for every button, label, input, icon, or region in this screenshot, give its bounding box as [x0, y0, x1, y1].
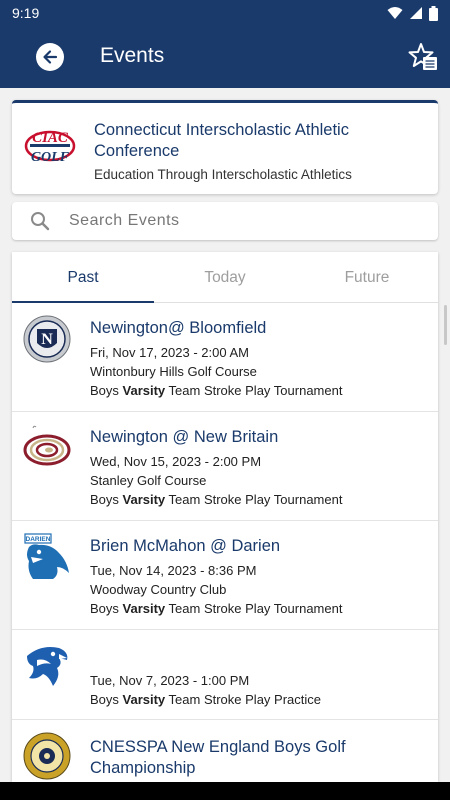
conference-tagline: Education Through Interscholastic Athlet…	[94, 167, 352, 182]
battery-icon	[429, 5, 438, 21]
favorites-list-icon[interactable]	[408, 42, 438, 72]
event-list-item[interactable]: Tue, Nov 7, 2023 - 1:00 PM Boys Varsity …	[12, 630, 438, 720]
darien-logo-icon: DARIEN	[24, 533, 69, 579]
new-britain-logo-icon	[23, 425, 71, 466]
svg-text:DARIEN: DARIEN	[26, 536, 51, 543]
tab-future[interactable]: Future	[296, 252, 438, 302]
event-type: Boys Varsity Team Stroke Play Practice	[90, 692, 321, 707]
event-venue: Woodway Country Club	[90, 582, 227, 597]
page-title: Events	[100, 44, 165, 67]
event-title: CNESSPA New England Boys Golf Championsh…	[90, 738, 346, 777]
event-list-item[interactable]: N Newington@ Bloomfield Fri, Nov 17, 202…	[12, 303, 438, 412]
event-date: Tue, Nov 14, 2023 - 8:36 PM	[90, 563, 257, 578]
event-venue: Wintonbury Hills Golf Course	[90, 364, 257, 379]
event-title: Newington @ New Britain	[90, 428, 279, 446]
arrow-left-icon	[43, 50, 58, 64]
event-title: Brien McMahon @ Darien	[90, 537, 281, 555]
event-venue: Stanley Golf Course	[90, 473, 207, 488]
event-date: Tue, Nov 7, 2023 - 1:00 PM	[90, 673, 250, 688]
event-date: Fri, Nov 17, 2023 - 2:00 AM	[90, 345, 249, 360]
event-list-item[interactable]: DARIEN Brien McMahon @ Darien Tue, Nov 1…	[12, 521, 438, 630]
status-icons	[387, 5, 438, 21]
search-icon	[31, 212, 50, 231]
cnesspa-logo-icon	[23, 732, 71, 780]
app-bar: Events	[0, 26, 450, 88]
event-tabs: Past Today Future	[12, 252, 438, 303]
event-title: Newington@ Bloomfield	[90, 319, 267, 337]
status-time: 9:19	[12, 5, 40, 21]
event-date: Wed, Nov 15, 2023 - 2:00 PM	[90, 454, 262, 469]
scrollbar-thumb[interactable]	[444, 305, 447, 345]
tab-today[interactable]: Today	[154, 252, 296, 302]
svg-text:N: N	[41, 331, 53, 348]
event-list-item[interactable]: CNESSPA New England Boys Golf Championsh…	[12, 720, 438, 782]
search-input[interactable]	[69, 202, 429, 240]
conference-card[interactable]: CIAC GOLF Connecticut Interscholastic At…	[12, 100, 438, 194]
event-list-item[interactable]: Newington @ New Britain Wed, Nov 15, 202…	[12, 412, 438, 521]
wifi-icon	[387, 7, 403, 19]
tab-past[interactable]: Past	[12, 252, 154, 302]
event-type: Boys Varsity Team Stroke Play Tournament	[90, 601, 343, 616]
event-type: Boys Varsity Team Stroke Play Tournament	[90, 492, 343, 507]
newington-logo-icon: N	[23, 315, 71, 363]
conference-name: Connecticut Interscholastic Athletic Con…	[94, 121, 349, 160]
events-panel: Past Today Future N Newington@ Bloomfiel…	[12, 252, 438, 782]
status-bar: 9:19	[0, 0, 450, 26]
search-box[interactable]	[12, 202, 438, 240]
svg-text:GOLF: GOLF	[31, 150, 70, 165]
event-type: Boys Varsity Team Stroke Play Tournament	[90, 383, 343, 398]
eagle-logo-icon	[27, 647, 68, 686]
cellular-icon	[410, 7, 422, 19]
svg-text:CIAC: CIAC	[32, 130, 69, 146]
back-button[interactable]	[36, 43, 64, 71]
system-navigation-bar	[0, 782, 450, 800]
ciac-golf-logo: CIAC GOLF	[24, 130, 76, 165]
